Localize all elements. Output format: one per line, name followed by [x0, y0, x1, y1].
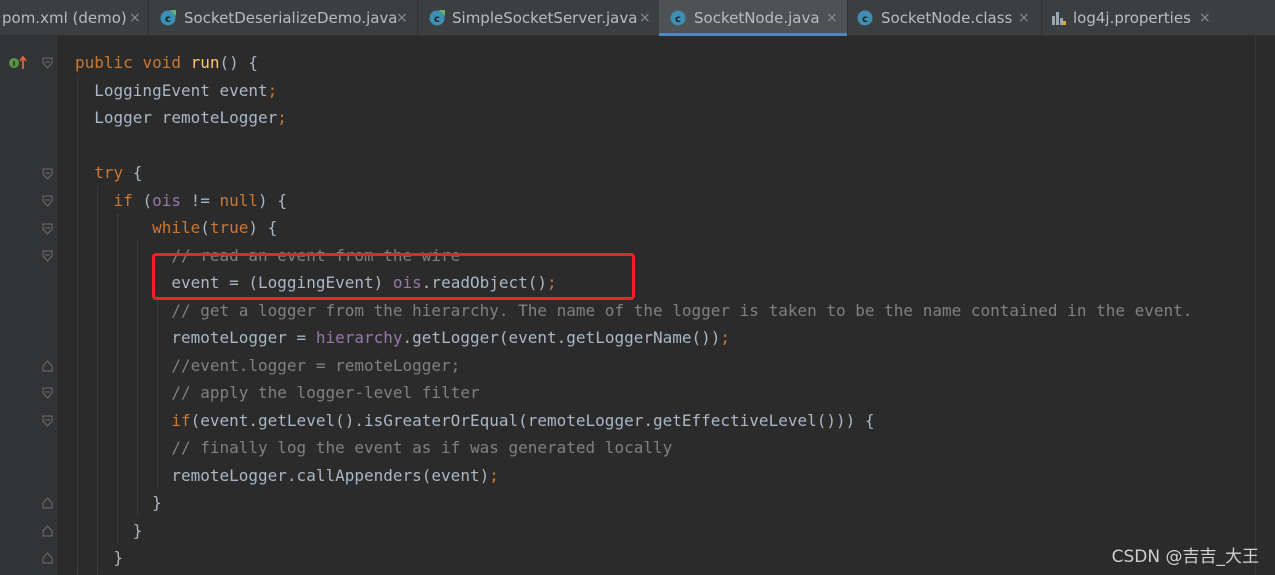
- java-class-icon: c: [670, 10, 686, 26]
- code-line[interactable]: try {: [75, 159, 142, 186]
- code-line[interactable]: if(event.getLevel().isGreaterOrEqual(rem…: [75, 407, 875, 434]
- java-class-icon: c: [857, 10, 873, 26]
- code-line[interactable]: // finally log the event as if was gener…: [75, 434, 672, 461]
- svg-text:c: c: [675, 14, 681, 25]
- tab-label: log4j.properties: [1073, 9, 1191, 27]
- code-token: if: [75, 190, 143, 210]
- code-token: remoteLogger =: [75, 328, 316, 347]
- code-line[interactable]: while(true) {: [75, 214, 277, 241]
- tab-label: SimpleSocketServer.java: [452, 9, 638, 27]
- fold-icon[interactable]: [42, 195, 53, 207]
- tab-label: SocketDeserializeDemo.java: [184, 9, 398, 27]
- code-line[interactable]: }: [75, 489, 162, 516]
- code-token: void: [142, 53, 191, 72]
- fold-icon[interactable]: [42, 497, 53, 509]
- svg-text:c: c: [165, 14, 171, 25]
- tab-label: SocketNode.class: [881, 9, 1013, 27]
- close-icon[interactable]: ×: [639, 0, 651, 36]
- code-token: run: [190, 53, 220, 72]
- editor-tab-bar: pom.xml (demo) × c SocketDeserializeDemo…: [0, 0, 1275, 36]
- code-line[interactable]: //event.logger = remoteLogger;: [75, 352, 460, 379]
- code-token: //event.logger = remoteLogger;: [75, 355, 461, 375]
- tab-pom-xml[interactable]: pom.xml (demo) ×: [0, 0, 148, 36]
- code-token: // finally log the event as if was gener…: [75, 438, 673, 457]
- code-token: ;: [267, 80, 278, 100]
- code-token: if: [75, 410, 191, 430]
- fold-icon[interactable]: [42, 360, 53, 372]
- svg-text:c: c: [434, 14, 440, 25]
- fold-icon[interactable]: [42, 223, 53, 235]
- code-line[interactable]: // get a logger from the hierarchy. The …: [75, 297, 1192, 324]
- tab-socketnode-class[interactable]: c SocketNode.class ×: [848, 0, 1041, 36]
- code-token: // get a logger from the hierarchy. The …: [75, 300, 1193, 320]
- watermark: CSDN @吉吉_大王: [1111, 547, 1259, 567]
- editor-gutter: [0, 36, 56, 575]
- code-token: // apply the logger-level filter: [75, 383, 480, 402]
- tab-log4j-properties[interactable]: log4j.properties ×: [1042, 0, 1232, 36]
- close-icon[interactable]: ×: [129, 0, 141, 36]
- properties-file-icon: [1052, 12, 1066, 25]
- code-token: ;: [720, 328, 731, 347]
- code-token: ;: [277, 108, 287, 127]
- code-token: public: [75, 53, 143, 72]
- tab-label: SocketNode.java: [694, 9, 820, 27]
- close-icon[interactable]: ×: [396, 0, 408, 36]
- code-token: }: [75, 493, 162, 512]
- code-token: .getLogger(event.getLoggerName()): [402, 328, 721, 347]
- close-icon[interactable]: ×: [826, 0, 838, 36]
- code-line[interactable]: }: [75, 544, 124, 571]
- code-line[interactable]: public void run() {: [75, 49, 258, 76]
- code-token: {: [132, 163, 143, 182]
- highlight-box: [152, 253, 635, 300]
- code-line[interactable]: // apply the logger-level filter: [75, 379, 480, 406]
- java-class-icon: c: [160, 10, 176, 26]
- code-token: ) {: [258, 190, 287, 210]
- code-token: (event.getLevel().isGreaterOrEqual(remot…: [190, 410, 875, 430]
- code-token: try: [75, 163, 133, 182]
- code-token: while: [75, 218, 201, 237]
- tab-socketdeserializedemo[interactable]: c SocketDeserializeDemo.java ×: [149, 0, 417, 36]
- code-line[interactable]: remoteLogger = hierarchy.getLogger(event…: [75, 324, 730, 351]
- code-line[interactable]: Logger remoteLogger;: [75, 104, 287, 131]
- close-icon[interactable]: ×: [1199, 0, 1211, 36]
- fold-icon[interactable]: [42, 415, 53, 427]
- code-line[interactable]: LoggingEvent event;: [75, 77, 277, 104]
- svg-text:I: I: [13, 60, 16, 68]
- fold-icon[interactable]: [42, 250, 53, 262]
- close-icon[interactable]: ×: [1018, 0, 1030, 36]
- implements-method-icon[interactable]: I: [8, 54, 30, 72]
- fold-icon[interactable]: [42, 552, 53, 564]
- tab-socketnode-java[interactable]: c SocketNode.java ×: [659, 0, 847, 36]
- code-token: () {: [219, 53, 259, 72]
- code-line[interactable]: if (ois != null) {: [75, 187, 287, 214]
- code-token: null: [219, 190, 259, 210]
- java-class-icon: c: [429, 10, 445, 26]
- code-token: remoteLogger.callAppenders(event): [75, 465, 490, 485]
- fold-icon[interactable]: [42, 387, 53, 399]
- code-token: ) {: [248, 218, 278, 237]
- tab-simplesocketserver[interactable]: c SimpleSocketServer.java ×: [418, 0, 659, 36]
- code-token: (: [200, 218, 210, 237]
- right-margin-line: [1255, 36, 1256, 575]
- code-line[interactable]: remoteLogger.callAppenders(event);: [75, 462, 499, 489]
- tab-label: pom.xml (demo): [2, 9, 127, 27]
- code-token: Logger remoteLogger: [75, 108, 278, 127]
- code-token: !=: [190, 190, 220, 210]
- svg-text:c: c: [862, 14, 868, 25]
- fold-icon[interactable]: [42, 525, 53, 537]
- code-token: }: [75, 548, 124, 567]
- code-token: hierarchy: [315, 328, 403, 347]
- code-line[interactable]: }: [75, 517, 143, 544]
- fold-icon[interactable]: [42, 168, 53, 180]
- code-token: true: [209, 218, 249, 237]
- code-token: ;: [489, 465, 499, 485]
- code-token: (: [142, 190, 153, 210]
- code-token: }: [75, 520, 143, 540]
- gutter-divider: [56, 36, 57, 575]
- code-token: LoggingEvent event: [75, 80, 268, 100]
- code-token: ois: [152, 190, 191, 210]
- fold-icon[interactable]: [42, 57, 53, 69]
